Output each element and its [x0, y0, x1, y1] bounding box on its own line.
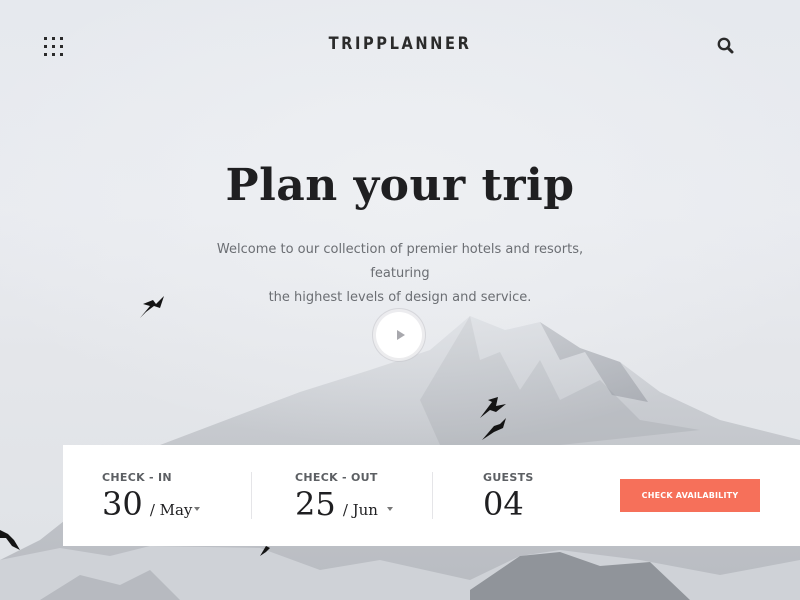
- check-out-month: / Jun: [342, 501, 378, 519]
- divider: [251, 472, 252, 519]
- check-out-label: CHECK - OUT: [295, 471, 378, 484]
- bird-icon: [0, 530, 20, 550]
- check-out-value[interactable]: 25 / Jun: [295, 485, 378, 523]
- hero-subtitle: Welcome to our collection of premier hot…: [200, 238, 600, 310]
- search-icon[interactable]: [716, 36, 736, 56]
- chevron-down-icon[interactable]: [194, 507, 200, 511]
- booking-bar: CHECK - IN 30 / May CHECK - OUT 25 / Jun…: [63, 445, 800, 546]
- chevron-down-icon[interactable]: [387, 507, 393, 511]
- guests-field[interactable]: GUESTS 04: [483, 445, 583, 546]
- hero-subtitle-line: Welcome to our collection of premier hot…: [216, 242, 584, 281]
- check-availability-button[interactable]: CHECK AVAILABILITY: [620, 479, 760, 512]
- brand-logo[interactable]: TRIPPLANNER: [56, 34, 744, 54]
- check-in-day: 30: [102, 485, 143, 523]
- guests-value[interactable]: 04: [483, 485, 524, 523]
- divider: [432, 472, 433, 519]
- check-out-field[interactable]: CHECK - OUT 25 / Jun: [295, 445, 445, 546]
- page-title: Plan your trip: [225, 160, 575, 211]
- guests-label: GUESTS: [483, 471, 534, 484]
- check-in-value[interactable]: 30 / May: [102, 485, 192, 523]
- guests-count: 04: [483, 485, 524, 523]
- check-in-field[interactable]: CHECK - IN 30 / May: [102, 445, 252, 546]
- play-video-button[interactable]: [376, 312, 422, 358]
- check-in-label: CHECK - IN: [102, 471, 172, 484]
- hero-subtitle-line: the highest levels of design and service…: [268, 290, 532, 305]
- check-in-month: / May: [149, 501, 193, 519]
- play-icon: [396, 330, 405, 340]
- check-out-day: 25: [295, 485, 336, 523]
